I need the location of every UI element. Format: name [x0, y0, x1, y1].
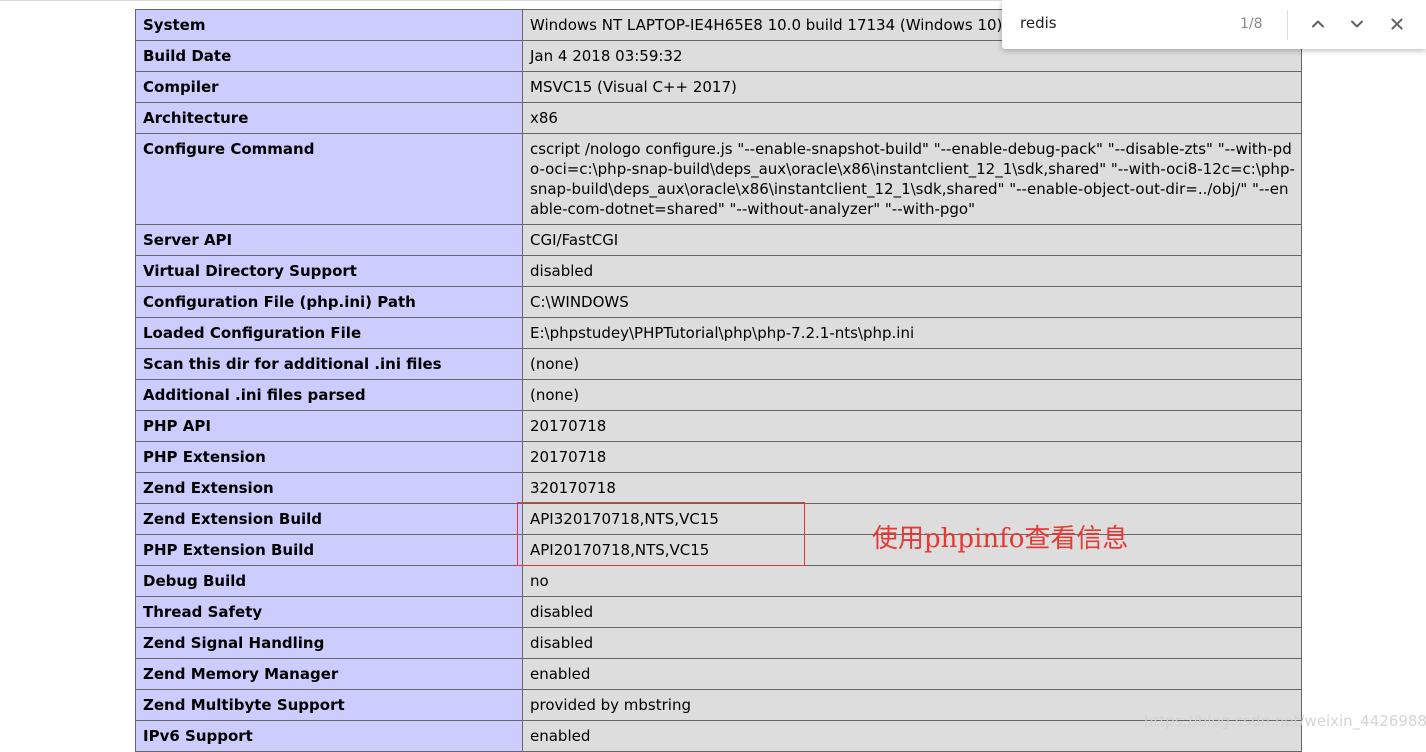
row-value: CGI/FastCGI	[522, 224, 1302, 256]
table-row: Zend Multibyte Support provided by mbstri…	[135, 689, 1302, 721]
find-previous-button[interactable]	[1303, 9, 1333, 39]
table-row: Thread Safety disabled	[135, 596, 1302, 628]
find-next-button[interactable]	[1342, 9, 1372, 39]
row-value: C:\WINDOWS	[522, 286, 1302, 318]
row-value: 20170718	[522, 441, 1302, 473]
row-value: 20170718	[522, 410, 1302, 442]
row-label: Compiler	[135, 71, 523, 103]
row-label: Server API	[135, 224, 523, 256]
row-value: 320170718	[522, 472, 1302, 504]
table-row: IPv6 Support enabled	[135, 720, 1302, 752]
row-value: disabled	[522, 596, 1302, 628]
annotation-text: 使用phpinfo查看信息	[872, 524, 1129, 554]
table-row: Zend Memory Manager enabled	[135, 658, 1302, 690]
row-value: E:\phpstudey\PHPTutorial\php\php-7.2.1-n…	[522, 317, 1302, 349]
chevron-up-icon	[1312, 20, 1324, 28]
table-row: Debug Build no	[135, 565, 1302, 597]
row-label: PHP API	[135, 410, 523, 442]
table-row: Server API CGI/FastCGI	[135, 224, 1302, 256]
phpinfo-table-body: System Windows NT LAPTOP-IE4H65E8 10.0 bu…	[135, 9, 1302, 752]
row-label: Architecture	[135, 102, 523, 134]
find-input[interactable]	[1020, 14, 1230, 32]
phpinfo-table: System Windows NT LAPTOP-IE4H65E8 10.0 bu…	[135, 9, 1302, 752]
row-label: IPv6 Support	[135, 720, 523, 752]
row-value: x86	[522, 102, 1302, 134]
row-value: disabled	[522, 627, 1302, 659]
row-label: PHP Extension	[135, 441, 523, 473]
table-row: Zend Extension 320170718	[135, 472, 1302, 504]
row-label: Configure Command	[135, 133, 523, 225]
row-value: no	[522, 565, 1302, 597]
find-bar-divider	[1287, 10, 1288, 40]
row-label: Configuration File (php.ini) Path	[135, 286, 523, 318]
row-label: Zend Multibyte Support	[135, 689, 523, 721]
row-label: Zend Signal Handling	[135, 627, 523, 659]
close-icon	[1391, 18, 1403, 30]
table-row: Virtual Directory Support disabled	[135, 255, 1302, 287]
watermark-text: https://blog.csdn.net/weixin_44269886	[1144, 712, 1426, 730]
table-row: Scan this dir for additional .ini files(…	[135, 348, 1302, 380]
row-label: Zend Memory Manager	[135, 658, 523, 690]
table-row: PHP API 20170718	[135, 410, 1302, 442]
row-label: Zend Extension	[135, 472, 523, 504]
table-row: Configure Command cscript /nologo configu…	[135, 133, 1302, 225]
row-value: disabled	[522, 255, 1302, 287]
find-close-button[interactable]	[1382, 9, 1412, 39]
table-row: Loaded Configuration File E:\phpstudey\PH…	[135, 317, 1302, 349]
find-bar: 1/8	[1002, 0, 1426, 49]
row-label: Loaded Configuration File	[135, 317, 523, 349]
row-label: Thread Safety	[135, 596, 523, 628]
row-label: Build Date	[135, 40, 523, 72]
find-match-count: 1/8	[1240, 16, 1263, 32]
table-row: PHP Extension 20170718	[135, 441, 1302, 473]
chevron-down-icon	[1351, 20, 1363, 28]
table-row: Zend Signal Handling disabled	[135, 627, 1302, 659]
row-label: Zend Extension Build	[135, 503, 523, 535]
row-label: Debug Build	[135, 565, 523, 597]
table-row: Additional .ini files parsed (none)	[135, 379, 1302, 411]
row-label: Virtual Directory Support	[135, 255, 523, 287]
row-value: (none)	[522, 379, 1302, 411]
table-row: Architecture x86	[135, 102, 1302, 134]
row-value: enabled	[522, 658, 1302, 690]
row-value: cscript /nologo configure.js "--enable-s…	[522, 133, 1302, 225]
table-row: Compiler MSVC15 (Visual C++ 2017)	[135, 71, 1302, 103]
row-label: System	[135, 9, 523, 41]
row-label: Scan this dir for additional .ini files	[135, 348, 523, 380]
row-value: (none)	[522, 348, 1302, 380]
row-value: MSVC15 (Visual C++ 2017)	[522, 71, 1302, 103]
row-label: Additional .ini files parsed	[135, 379, 523, 411]
table-row: Configuration File (php.ini) Path C:\WIND…	[135, 286, 1302, 318]
row-label: PHP Extension Build	[135, 534, 523, 566]
